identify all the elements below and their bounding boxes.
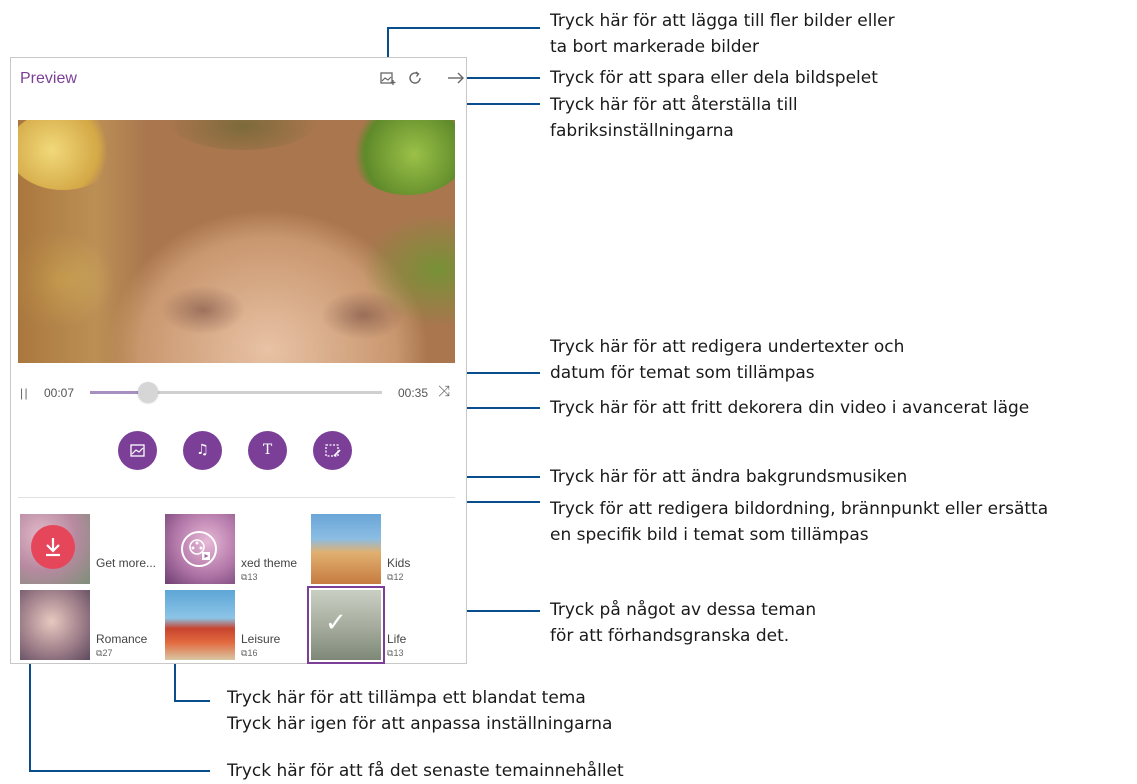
theme-count: ⧉16 [241,648,258,658]
music-note-icon: ♫ [196,442,209,458]
callout-save-share: Tryck för att spara eller dela bildspele… [550,68,878,88]
theme-name: Kids [387,556,411,570]
theme-kids[interactable]: Kids ⧉12 [311,514,451,584]
preview-image-leaves [348,120,455,195]
text-icon: T [262,442,273,458]
download-icon[interactable] [31,525,75,569]
callout-music: Tryck här för att ändra bakgrundsmusiken [550,467,908,487]
theme-count: ⧉27 [96,648,113,658]
theme-leisure[interactable]: Leisure ⧉16 [165,590,305,660]
decorate-button[interactable] [313,431,352,470]
current-time: 00:07 [44,386,75,400]
share-arrow-icon[interactable] [447,70,465,88]
theme-count: ⧉12 [387,572,404,582]
page-title: Preview [20,70,77,87]
theme-thumbnail [165,590,235,660]
callout-mixed: Tryck här för att tillämpa ett blandat t… [227,688,613,734]
film-reel-icon[interactable] [181,531,217,567]
video-preview[interactable] [18,120,455,363]
callout-latest: Tryck här för att få det senaste temainn… [227,761,624,781]
decorate-icon [325,444,341,457]
callout-themes: Tryck på något av dessa teman för att fö… [550,600,817,646]
preview-image-top [168,120,318,150]
theme-romance[interactable]: Romance ⧉27 [20,590,160,660]
theme-thumbnail [311,514,381,584]
callout-reset: Tryck här för att återställa till fabrik… [550,95,798,141]
theme-count: ⧉13 [241,572,258,582]
theme-count: ⧉13 [387,648,404,658]
theme-name: Get more... [96,556,157,570]
end-time: 00:35 [398,386,429,400]
music-button[interactable]: ♫ [183,431,222,470]
shuffle-icon[interactable]: ⤨ [438,383,450,400]
check-icon: ✓ [325,607,347,637]
divider [18,497,455,498]
theme-name: Life [387,632,407,646]
theme-name: Leisure [241,632,281,646]
seek-thumb[interactable] [138,382,158,402]
theme-thumbnail [20,590,90,660]
theme-name: Romance [96,632,148,646]
photo-edit-button[interactable] [118,431,157,470]
theme-name: xed theme [241,556,298,570]
add-photo-icon[interactable] [379,70,397,88]
callout-decorate: Tryck här för att fritt dekorera din vid… [550,398,1030,418]
callout-add-remove: Tryck här för att lägga till fler bilder… [550,11,895,57]
reset-icon[interactable] [406,70,424,88]
callout-photo-order: Tryck för att redigera bildordning, brän… [550,499,1049,545]
photo-icon [130,444,145,457]
pause-button[interactable]: | | [20,386,28,400]
text-button[interactable]: T [248,431,287,470]
callout-subtitles: Tryck här för att redigera undertexter o… [550,337,905,383]
